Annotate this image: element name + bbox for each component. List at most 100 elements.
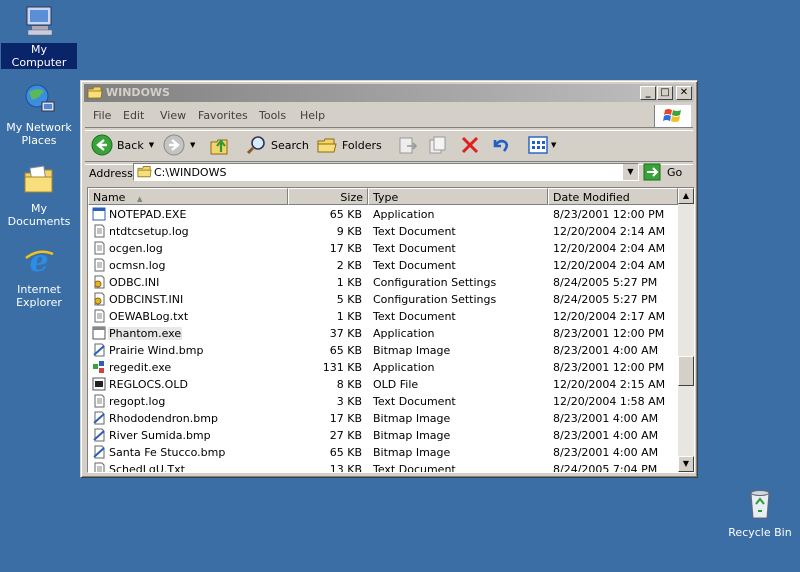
views-button[interactable]: ▼ bbox=[527, 133, 556, 157]
svg-text:e: e bbox=[29, 244, 48, 278]
file-row[interactable]: regedit.exe 131 KB Application 8/23/2001 12… bbox=[88, 359, 678, 376]
text-file-icon bbox=[92, 309, 106, 323]
file-type: Application bbox=[373, 208, 435, 221]
move-to-button[interactable] bbox=[397, 133, 419, 157]
scroll-down-button[interactable]: ▼ bbox=[678, 456, 694, 472]
column-label: Size bbox=[340, 191, 363, 204]
file-type: Text Document bbox=[373, 259, 456, 272]
column-date-header[interactable]: Date Modified bbox=[548, 188, 678, 205]
file-date: 12/20/2004 2:14 AM bbox=[553, 225, 666, 238]
file-row[interactable]: ocgen.log 17 KB Text Document 12/20/2004 2:… bbox=[88, 240, 678, 257]
desktop-icon-my-network-places[interactable]: My Network Places bbox=[1, 82, 77, 147]
file-type: Configuration Settings bbox=[373, 276, 497, 289]
file-size: 5 KB bbox=[336, 293, 362, 306]
folders-button[interactable]: Folders bbox=[316, 133, 382, 157]
file-row[interactable]: Santa Fe Stucco.bmp 65 KB Bitmap Image 8/23… bbox=[88, 444, 678, 461]
up-folder-button[interactable] bbox=[209, 133, 231, 157]
desktop-icon-label: Recycle Bin bbox=[728, 526, 792, 539]
file-size: 65 KB bbox=[329, 344, 362, 357]
file-size: 37 KB bbox=[329, 327, 362, 340]
menu-view[interactable]: View bbox=[160, 109, 186, 122]
close-button[interactable]: ✕ bbox=[676, 86, 692, 100]
undo-icon bbox=[493, 139, 509, 152]
explorer-window[interactable]: WINDOWS _ □ ✕ File Edit View Favorites T… bbox=[80, 80, 698, 478]
file-row[interactable]: ODBC.INI 1 KB Configuration Settings 8/24/2… bbox=[88, 274, 678, 291]
network-places-icon bbox=[25, 84, 55, 112]
text-file-icon bbox=[92, 224, 106, 238]
file-row[interactable]: REGLOCS.OLD 8 KB OLD File 12/20/2004 2:15 A… bbox=[88, 376, 678, 393]
file-row[interactable]: ocmsn.log 2 KB Text Document 12/20/2004 2:0… bbox=[88, 257, 678, 274]
menu-help[interactable]: Help bbox=[300, 109, 325, 122]
folder-icon bbox=[87, 86, 103, 99]
file-row[interactable]: ntdtcsetup.log 9 KB Text Document 12/20/200… bbox=[88, 223, 678, 240]
file-date: 8/23/2001 4:00 AM bbox=[553, 412, 659, 425]
bmp-file-icon bbox=[92, 343, 106, 357]
maximize-button[interactable]: □ bbox=[657, 86, 673, 100]
file-date: 8/24/2005 5:27 PM bbox=[553, 293, 658, 306]
file-date: 12/20/2004 2:04 AM bbox=[553, 242, 666, 255]
file-row[interactable]: Phantom.exe 37 KB Application 8/23/2001 12:… bbox=[88, 325, 678, 342]
desktop-icon-internet-explorer[interactable]: e Internet Explorer bbox=[1, 244, 77, 309]
search-button[interactable]: Search bbox=[245, 133, 309, 157]
undo-button[interactable] bbox=[489, 133, 511, 157]
file-date: 8/23/2001 12:00 PM bbox=[553, 327, 665, 340]
desktop-icon-my-computer[interactable]: My Computer bbox=[1, 4, 77, 69]
file-name: ODBCINST.INI bbox=[109, 293, 184, 306]
scroll-up-arrow-icon: ▲ bbox=[682, 191, 690, 200]
address-input[interactable]: C:\WINDOWS ▼ bbox=[133, 163, 639, 181]
file-date: 12/20/2004 2:15 AM bbox=[553, 378, 666, 391]
exe-file-icon bbox=[92, 326, 106, 340]
file-size: 1 KB bbox=[336, 276, 362, 289]
title-bar[interactable]: WINDOWS _ □ ✕ bbox=[84, 84, 694, 102]
back-button[interactable]: Back ▼ bbox=[91, 133, 154, 157]
documents-folder-icon bbox=[24, 165, 53, 193]
menu-favorites[interactable]: Favorites bbox=[198, 109, 248, 122]
vertical-scrollbar[interactable]: ▲ ▼ bbox=[678, 188, 694, 472]
file-type: Bitmap Image bbox=[373, 446, 451, 459]
views-icon bbox=[528, 136, 548, 154]
desktop-icon-recycle-bin[interactable]: Recycle Bin bbox=[722, 487, 798, 539]
address-dropdown-button[interactable]: ▼ bbox=[622, 164, 638, 180]
file-row[interactable]: Prairie Wind.bmp 65 KB Bitmap Image 8/23/20… bbox=[88, 342, 678, 359]
file-type: Text Document bbox=[373, 242, 456, 255]
minimize-button[interactable]: _ bbox=[640, 86, 656, 100]
column-size-header[interactable]: Size bbox=[288, 188, 368, 205]
forward-arrow-icon bbox=[163, 134, 185, 156]
file-type: Bitmap Image bbox=[373, 344, 451, 357]
copy-to-button[interactable] bbox=[427, 133, 449, 157]
menu-tools[interactable]: Tools bbox=[259, 109, 286, 122]
scroll-thumb[interactable] bbox=[678, 356, 694, 386]
file-size: 1 KB bbox=[336, 310, 362, 323]
file-size: 131 KB bbox=[322, 361, 362, 374]
file-size: 17 KB bbox=[329, 242, 362, 255]
menu-file[interactable]: File bbox=[93, 109, 111, 122]
scroll-up-button[interactable]: ▲ bbox=[678, 188, 694, 204]
file-size: 17 KB bbox=[329, 412, 362, 425]
menu-edit[interactable]: Edit bbox=[123, 109, 144, 122]
file-row[interactable]: Rhododendron.bmp 17 KB Bitmap Image 8/23/20… bbox=[88, 410, 678, 427]
file-name: REGLOCS.OLD bbox=[109, 378, 188, 391]
folder-icon bbox=[137, 166, 152, 178]
file-row[interactable]: SchedLgU.Txt 13 KB Text Document 8/24/2005 … bbox=[88, 461, 678, 472]
go-label: Go bbox=[667, 165, 683, 179]
menu-bar: File Edit View Favorites Tools Help bbox=[85, 105, 693, 125]
text-file-icon bbox=[92, 258, 106, 272]
delete-button[interactable] bbox=[459, 133, 481, 157]
go-button[interactable]: Go bbox=[643, 163, 682, 181]
bmp-file-icon bbox=[92, 445, 106, 459]
windows-logo bbox=[654, 105, 691, 127]
file-row[interactable]: River Sumida.bmp 27 KB Bitmap Image 8/23/20… bbox=[88, 427, 678, 444]
file-row[interactable]: OEWABLog.txt 1 KB Text Document 12/20/2004 … bbox=[88, 308, 678, 325]
file-size: 8 KB bbox=[336, 378, 362, 391]
file-date: 12/20/2004 1:58 AM bbox=[553, 395, 666, 408]
forward-button[interactable]: ▼ bbox=[163, 133, 195, 157]
file-date: 12/20/2004 2:17 AM bbox=[553, 310, 666, 323]
file-row[interactable]: ODBCINST.INI 5 KB Configuration Settings 8/… bbox=[88, 291, 678, 308]
column-name-header[interactable]: Name ▲ bbox=[88, 188, 288, 205]
file-row[interactable]: NOTEPAD.EXE 65 KB Application 8/23/2001 12:… bbox=[88, 206, 678, 223]
column-type-header[interactable]: Type bbox=[368, 188, 548, 205]
app-file-icon bbox=[92, 207, 106, 221]
file-list[interactable]: Name ▲ Size Type Date Modified NOTEPAD.E… bbox=[87, 187, 695, 473]
file-row[interactable]: regopt.log 3 KB Text Document 12/20/2004 1:… bbox=[88, 393, 678, 410]
desktop-icon-my-documents[interactable]: My Documents bbox=[1, 163, 77, 228]
